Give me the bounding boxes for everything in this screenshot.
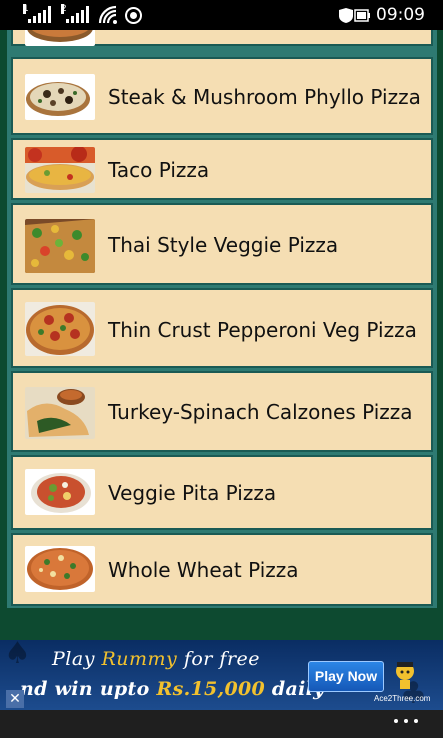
app-bar bbox=[0, 710, 443, 738]
ad-text: nd win upto bbox=[20, 678, 157, 700]
pizza-thumbnail bbox=[25, 30, 95, 46]
ad-text-highlight: Rs.15,000 bbox=[156, 678, 266, 700]
list-item-label: Turkey-Spinach Calzones Pizza bbox=[108, 400, 413, 424]
list-item[interactable]: Thai Style Veggie Pizza bbox=[11, 203, 433, 285]
battery-icon bbox=[339, 8, 370, 23]
list-item-label: Thin Crust Pepperoni Veg Pizza bbox=[108, 318, 417, 342]
wifi-icon bbox=[98, 5, 117, 24]
more-icon[interactable] bbox=[394, 719, 428, 729]
list-item-label: Whole Wheat Pizza bbox=[108, 558, 299, 582]
list-item[interactable]: Veggie Pita Pizza bbox=[11, 455, 433, 530]
mascot-logo-icon bbox=[396, 662, 414, 689]
signal-icon: 1 bbox=[23, 4, 51, 23]
ad-text: Play bbox=[52, 648, 102, 670]
pizza-thumbnail bbox=[25, 74, 95, 120]
clock: 09:09 bbox=[376, 5, 425, 25]
close-icon[interactable]: ✕ bbox=[6, 690, 24, 708]
ad-logo-text: Ace2Three.com bbox=[374, 694, 431, 703]
pizza-thumbnail bbox=[25, 469, 95, 515]
list-area[interactable]: Steak & Mushroom Phyllo Pizza Taco Pizza bbox=[0, 30, 443, 640]
list-item-label: Veggie Pita Pizza bbox=[108, 481, 277, 505]
list-item[interactable]: Taco Pizza bbox=[11, 138, 433, 200]
signal-icon: 2 bbox=[61, 4, 89, 23]
pizza-thumbnail bbox=[25, 302, 95, 356]
sim1-label: 1 bbox=[23, 4, 29, 14]
list-item-label: Taco Pizza bbox=[108, 158, 210, 182]
list-item[interactable] bbox=[11, 30, 433, 46]
play-now-button[interactable]: Play Now bbox=[308, 661, 384, 692]
list-item-label: Thai Style Veggie Pizza bbox=[108, 233, 339, 257]
list-item-label: Steak & Mushroom Phyllo Pizza bbox=[108, 85, 421, 109]
ad-subline: nd win upto Rs.15,000 daily bbox=[20, 678, 325, 700]
pizza-list[interactable]: Steak & Mushroom Phyllo Pizza Taco Pizza bbox=[7, 30, 437, 608]
list-item[interactable]: Whole Wheat Pizza bbox=[11, 533, 433, 606]
ad-text-highlight: Rummy bbox=[101, 648, 178, 670]
spade-icon: ♠ bbox=[4, 640, 31, 671]
list-item[interactable]: Turkey-Spinach Calzones Pizza bbox=[11, 371, 433, 452]
ad-text: for free bbox=[177, 648, 261, 670]
sim2-label: 2 bbox=[61, 4, 67, 14]
record-icon bbox=[125, 7, 142, 24]
pizza-thumbnail bbox=[25, 546, 95, 592]
pizza-thumbnail bbox=[25, 219, 95, 273]
pizza-thumbnail bbox=[25, 147, 95, 193]
status-bar: 1 2 09:09 bbox=[0, 0, 443, 30]
pizza-thumbnail bbox=[25, 387, 95, 439]
list-item[interactable]: Steak & Mushroom Phyllo Pizza bbox=[11, 57, 433, 135]
list-item[interactable]: Thin Crust Pepperoni Veg Pizza bbox=[11, 288, 433, 368]
ad-headline: Play Rummy for free bbox=[52, 648, 260, 670]
